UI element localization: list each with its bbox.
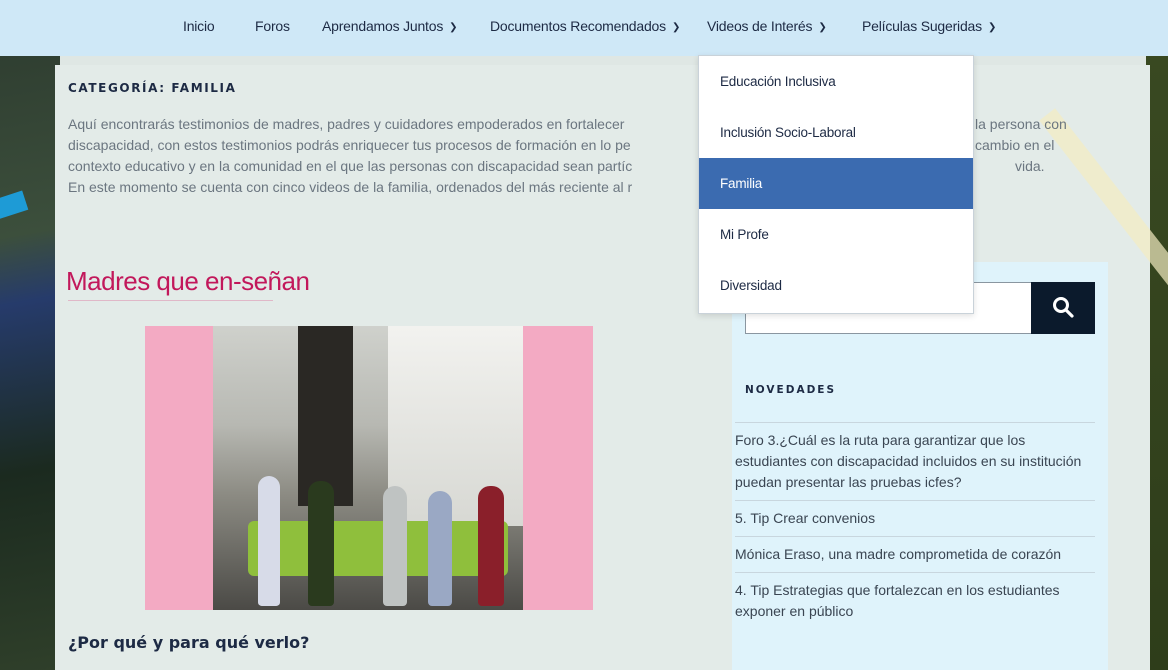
search-button[interactable] bbox=[1031, 282, 1095, 334]
news-item-label: Foro 3.¿Cuál es la ruta para garantizar … bbox=[735, 432, 1082, 490]
video-frame bbox=[213, 326, 523, 610]
top-navigation: Inicio Foros Aprendamos Juntos ❯ Document… bbox=[0, 0, 1168, 56]
nav-item-peliculas-sugeridas[interactable]: Películas Sugeridas ❯ bbox=[862, 18, 996, 34]
video-person bbox=[258, 476, 280, 606]
dropdown-item-familia[interactable]: Familia bbox=[699, 158, 973, 209]
nav-item-label: Películas Sugeridas bbox=[862, 18, 982, 34]
nav-item-label: Inicio bbox=[183, 18, 215, 34]
post-title-underline bbox=[68, 300, 273, 301]
video-sofa bbox=[248, 521, 508, 576]
news-item-label: 5. Tip Crear convenios bbox=[735, 510, 876, 526]
post-title-link[interactable]: Madres que en-señan bbox=[66, 266, 310, 297]
video-person bbox=[383, 486, 407, 606]
category-description-fragment: la persona con bbox=[975, 116, 1067, 132]
news-item[interactable]: 4. Tip Estrategias que fortalezcan en lo… bbox=[735, 572, 1095, 629]
chevron-down-icon: ❯ bbox=[987, 22, 997, 33]
chevron-down-icon: ❯ bbox=[671, 22, 681, 33]
video-person bbox=[478, 486, 504, 606]
news-item[interactable]: 5. Tip Crear convenios bbox=[735, 500, 1095, 536]
news-item-label: 4. Tip Estrategias que fortalezcan en lo… bbox=[735, 582, 1060, 619]
video-wall bbox=[298, 326, 353, 506]
nav-item-aprendamos-juntos[interactable]: Aprendamos Juntos ❯ bbox=[322, 18, 458, 34]
videos-de-interes-dropdown: Educación Inclusiva Inclusión Socio-Labo… bbox=[698, 55, 974, 314]
video-person bbox=[428, 491, 452, 606]
category-description-fragment: vida. bbox=[1015, 158, 1045, 174]
dropdown-item-diversidad[interactable]: Diversidad bbox=[699, 260, 973, 311]
nav-item-inicio[interactable]: Inicio bbox=[183, 18, 215, 34]
chevron-down-icon: ❯ bbox=[818, 22, 827, 33]
news-item-label: Mónica Eraso, una madre comprometida de … bbox=[735, 546, 1062, 562]
news-item[interactable]: Mónica Eraso, una madre comprometida de … bbox=[735, 536, 1095, 572]
nav-item-label: Aprendamos Juntos bbox=[322, 18, 444, 34]
category-description-right: la persona con cambio en el vida. bbox=[975, 114, 1095, 177]
news-list: Foro 3.¿Cuál es la ruta para garantizar … bbox=[735, 422, 1095, 629]
post-subtitle: ¿Por qué y para qué verlo? bbox=[68, 633, 310, 652]
dropdown-item-mi-profe[interactable]: Mi Profe bbox=[699, 209, 973, 260]
background-left-decoration bbox=[0, 0, 60, 670]
video-person bbox=[308, 481, 334, 606]
nav-item-label: Foros bbox=[255, 18, 290, 34]
category-title: CATEGORÍA: FAMILIA bbox=[68, 81, 237, 95]
nav-item-foros[interactable]: Foros bbox=[255, 18, 290, 34]
nav-item-label: Videos de Interés bbox=[707, 18, 813, 34]
nav-item-label: Documentos Recomendados bbox=[490, 18, 666, 34]
search-icon bbox=[1053, 296, 1074, 318]
category-description-fragment: cambio en el bbox=[975, 137, 1055, 153]
news-item[interactable]: Foro 3.¿Cuál es la ruta para garantizar … bbox=[735, 422, 1095, 500]
video-thumbnail[interactable] bbox=[145, 326, 593, 610]
nav-item-documentos-recomendados[interactable]: Documentos Recomendados ❯ bbox=[490, 18, 680, 34]
dropdown-item-educacion-inclusiva[interactable]: Educación Inclusiva bbox=[699, 56, 973, 107]
nav-item-videos-de-interes[interactable]: Videos de Interés ❯ bbox=[707, 18, 827, 34]
dropdown-item-inclusion-socio-laboral[interactable]: Inclusión Socio-Laboral bbox=[699, 107, 973, 158]
news-widget-title: NOVEDADES bbox=[745, 384, 837, 396]
chevron-down-icon: ❯ bbox=[449, 22, 458, 33]
